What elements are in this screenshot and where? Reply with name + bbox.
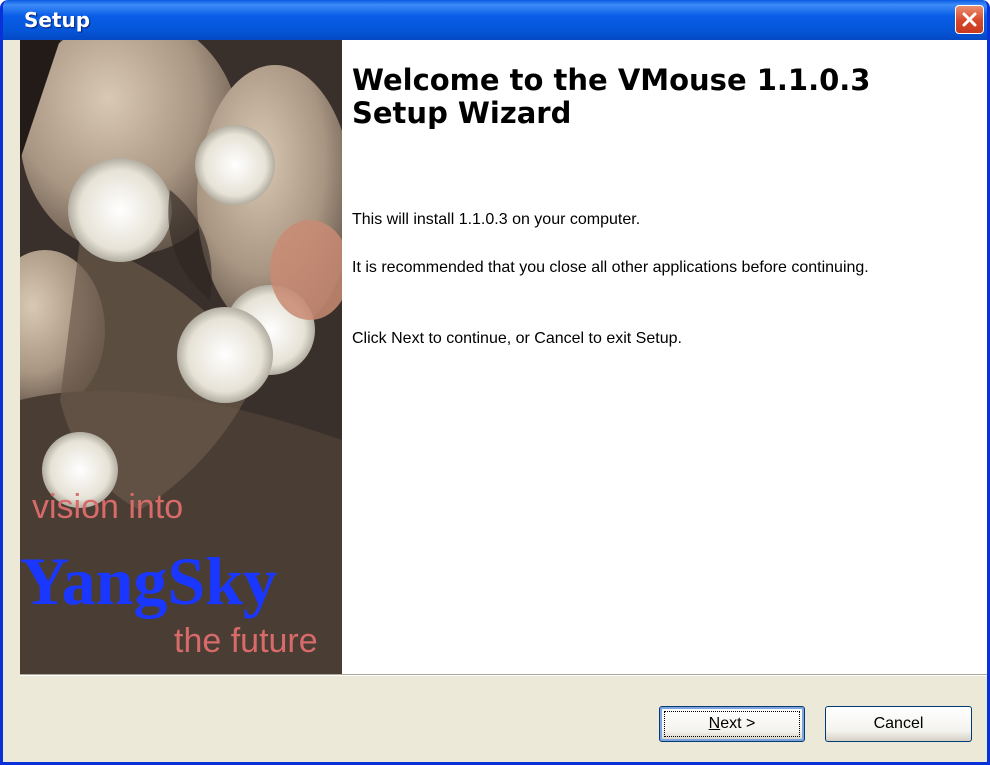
image-text-future: the future bbox=[174, 622, 318, 660]
footer-separator bbox=[20, 674, 987, 676]
install-info-text: This will install 1.1.0.3 on your comput… bbox=[352, 211, 641, 228]
title-bar[interactable]: Setup bbox=[3, 0, 987, 40]
window-title: Setup bbox=[24, 8, 91, 32]
image-text-brand: YangSky bbox=[20, 543, 278, 619]
welcome-panel: Welcome to the VMouse 1.1.0.3 Setup Wiza… bbox=[342, 40, 987, 674]
image-text-vision: vision into bbox=[32, 488, 184, 526]
recommendation-text: It is recommended that you close all oth… bbox=[352, 259, 869, 276]
focus-rectangle bbox=[664, 711, 800, 737]
welcome-heading: Welcome to the VMouse 1.1.0.3 Setup Wiza… bbox=[352, 63, 871, 130]
cancel-button[interactable]: Cancel bbox=[825, 706, 972, 742]
next-button[interactable]: Next > bbox=[659, 706, 805, 742]
instruction-text: Click Next to continue, or Cancel to exi… bbox=[352, 330, 682, 347]
wizard-side-image: vision into YangSky the future bbox=[20, 40, 342, 674]
close-icon bbox=[962, 12, 977, 27]
close-button[interactable] bbox=[955, 5, 984, 34]
setup-window: Setup vision into YangSky the future Wel… bbox=[0, 0, 990, 765]
